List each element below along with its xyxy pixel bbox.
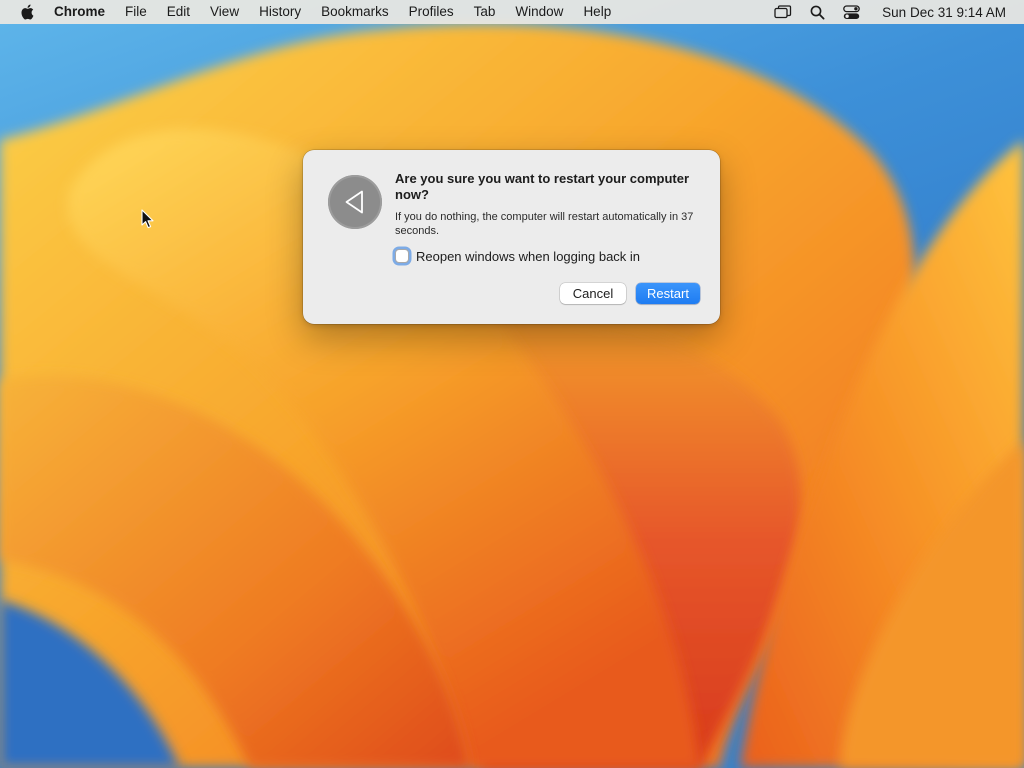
control-center-icon[interactable] xyxy=(840,1,862,23)
reopen-windows-option[interactable]: Reopen windows when logging back in xyxy=(393,247,640,265)
restart-triangle-icon xyxy=(328,175,382,229)
dialog-title: Are you sure you want to restart your co… xyxy=(395,171,690,202)
restart-dialog: Are you sure you want to restart your co… xyxy=(303,150,720,324)
spotlight-search-icon[interactable] xyxy=(806,1,828,23)
reopen-windows-checkbox[interactable] xyxy=(395,249,409,263)
cancel-button[interactable]: Cancel xyxy=(560,283,626,304)
menu-profiles[interactable]: Profiles xyxy=(399,0,464,24)
restart-button[interactable]: Restart xyxy=(636,283,700,304)
menu-help[interactable]: Help xyxy=(573,0,621,24)
menu-bar-clock[interactable]: Sun Dec 31 9:14 AM xyxy=(882,5,1006,20)
menu-app-name[interactable]: Chrome xyxy=(48,0,115,24)
menu-file[interactable]: File xyxy=(115,0,157,24)
apple-logo-icon[interactable] xyxy=(17,2,37,22)
menu-bookmarks[interactable]: Bookmarks xyxy=(311,0,399,24)
menu-tab[interactable]: Tab xyxy=(464,0,506,24)
screen-mirroring-icon[interactable] xyxy=(772,1,794,23)
menu-bar-status-area: Sun Dec 31 9:14 AM xyxy=(766,0,1024,24)
menu-history[interactable]: History xyxy=(249,0,311,24)
menu-bar: Chrome File Edit View History Bookmarks … xyxy=(0,0,1024,24)
reopen-windows-label[interactable]: Reopen windows when logging back in xyxy=(416,249,640,264)
dialog-message: If you do nothing, the computer will res… xyxy=(395,211,694,237)
menu-view[interactable]: View xyxy=(200,0,249,24)
mouse-pointer-icon xyxy=(141,209,155,229)
desktop-wallpaper xyxy=(0,0,1024,768)
menu-window[interactable]: Window xyxy=(505,0,573,24)
menu-edit[interactable]: Edit xyxy=(157,0,200,24)
